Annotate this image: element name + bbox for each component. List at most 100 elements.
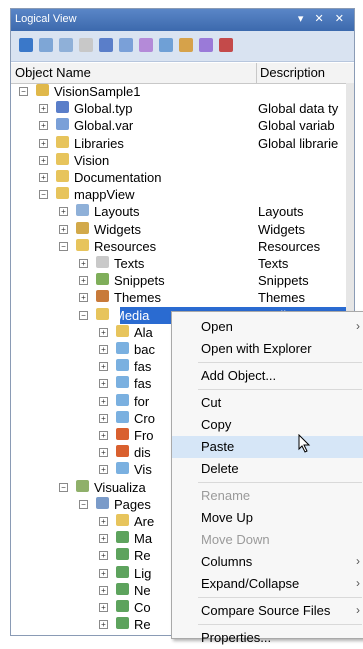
toolbar-button-5-icon[interactable] <box>119 38 133 52</box>
expand-toggle-icon[interactable]: + <box>59 207 68 217</box>
panel-titlebar: Logical View ▾ ✕ ✕ <box>11 9 354 31</box>
tree-node-icon <box>56 118 69 131</box>
tree-node-icon <box>116 428 129 440</box>
tree-node-label: mappView <box>74 187 135 203</box>
menu-item-properties[interactable]: Properties... <box>172 627 363 649</box>
menu-item-label: Add Object... <box>201 368 277 383</box>
tree-row[interactable]: − VisionSample1 <box>11 83 354 100</box>
tree-row[interactable]: + Themes Themes <box>11 289 354 306</box>
toolbar-button-0-icon[interactable] <box>19 38 33 52</box>
menu-item-rename: Rename <box>172 485 363 507</box>
expand-toggle-icon[interactable]: + <box>99 345 108 354</box>
toolbar-button-1-icon[interactable] <box>39 38 53 52</box>
expand-toggle-icon[interactable]: + <box>39 173 48 182</box>
expand-toggle-icon[interactable]: + <box>99 465 108 475</box>
expand-toggle-icon[interactable]: + <box>99 396 108 406</box>
tree-row[interactable]: + Widgets Widgets <box>11 221 354 238</box>
expand-toggle-icon[interactable]: + <box>99 431 108 440</box>
expand-toggle-icon[interactable]: + <box>39 155 48 165</box>
panel-window-controls[interactable]: ▾ ✕ ✕ <box>298 12 348 25</box>
expand-toggle-icon[interactable]: − <box>59 482 68 492</box>
toolbar-button-9-icon[interactable] <box>199 38 213 52</box>
expand-toggle-icon[interactable]: + <box>79 276 88 286</box>
expand-toggle-icon[interactable]: + <box>99 379 108 389</box>
expand-toggle-icon[interactable]: + <box>39 104 48 114</box>
expand-toggle-icon[interactable]: + <box>99 620 108 630</box>
expand-toggle-icon[interactable]: + <box>39 121 48 131</box>
tree-row[interactable]: + Texts Texts <box>11 255 354 272</box>
toolbar-button-7-icon[interactable] <box>159 38 173 52</box>
menu-item-delete[interactable]: Delete <box>172 458 363 480</box>
expand-toggle-icon[interactable]: + <box>99 362 108 372</box>
menu-item-columns[interactable]: Columns › <box>172 551 363 573</box>
tree-node-label: for <box>134 393 150 409</box>
menu-separator <box>198 389 362 390</box>
expand-toggle-icon[interactable]: − <box>79 499 88 509</box>
expand-toggle-icon[interactable]: + <box>99 517 108 526</box>
tree-row[interactable]: + Global.typ Global data ty <box>11 100 354 117</box>
menu-item-expand-collapse[interactable]: Expand/Collapse › <box>172 573 363 595</box>
tree-node-label: Themes <box>114 290 161 306</box>
tree-row[interactable]: + Documentation <box>11 169 354 186</box>
submenu-arrow-icon: › <box>356 603 360 617</box>
tree-row[interactable]: + Vision <box>11 152 354 169</box>
menu-item-label: Move Down <box>201 532 270 547</box>
tree-row[interactable]: − Resources Resources <box>11 238 354 255</box>
toolbar-button-10-icon[interactable] <box>219 38 233 52</box>
tree-row[interactable]: + Global.var Global variab <box>11 117 354 134</box>
tree-node-icon <box>116 445 129 458</box>
column-description[interactable]: Description <box>260 65 325 80</box>
expand-toggle-icon[interactable]: + <box>99 327 108 337</box>
toolbar-button-4-icon[interactable] <box>99 38 113 52</box>
panel-toolbar <box>11 31 354 62</box>
expand-toggle-icon[interactable]: − <box>19 87 28 96</box>
tree-node-icon <box>56 101 69 114</box>
expand-toggle-icon[interactable]: − <box>79 310 88 320</box>
tree-node-icon <box>116 324 129 337</box>
tree-node-icon <box>116 582 129 595</box>
tree-node-label: Ma <box>134 531 153 547</box>
expand-toggle-icon[interactable]: + <box>99 585 108 595</box>
menu-item-label: Move Up <box>201 510 254 525</box>
expand-toggle-icon[interactable]: + <box>79 259 88 268</box>
toolbar-button-8-icon[interactable] <box>179 38 193 52</box>
tree-node-icon <box>96 256 109 268</box>
tree-node-icon <box>96 307 109 320</box>
toolbar-button-3-icon[interactable] <box>79 38 93 52</box>
tree-row[interactable]: + Snippets Snippets <box>11 272 354 289</box>
expand-toggle-icon[interactable]: + <box>99 551 108 561</box>
menu-item-paste[interactable]: Paste <box>172 436 363 458</box>
expand-toggle-icon[interactable]: − <box>59 241 68 251</box>
expand-toggle-icon[interactable]: + <box>39 138 48 148</box>
tree-node-description: Themes <box>258 290 305 306</box>
expand-toggle-icon[interactable]: + <box>79 293 88 303</box>
menu-item-copy[interactable]: Copy <box>172 414 363 436</box>
tree-node-label: Texts <box>114 256 145 271</box>
column-object-name[interactable]: Object Name <box>15 65 91 80</box>
menu-item-move-up[interactable]: Move Up <box>172 507 363 529</box>
menu-item-add-object[interactable]: Add Object... <box>172 365 363 387</box>
mouse-cursor-icon <box>298 434 311 453</box>
tree-row[interactable]: − mappView <box>11 186 354 203</box>
tree-row[interactable]: + Layouts Layouts <box>11 203 354 220</box>
toolbar-button-6-icon[interactable] <box>139 38 153 52</box>
menu-item-compare-source-files[interactable]: Compare Source Files › <box>172 600 363 622</box>
tree-node-label: Pages <box>114 496 151 512</box>
expand-toggle-icon[interactable]: + <box>99 413 108 423</box>
expand-toggle-icon[interactable]: + <box>99 603 108 612</box>
tree-node-icon <box>96 290 109 303</box>
menu-item-open[interactable]: Open › <box>172 316 363 338</box>
expand-toggle-icon[interactable]: + <box>99 448 108 458</box>
tree-node-label: bac <box>134 342 155 357</box>
tree-node-icon <box>76 479 89 492</box>
expand-toggle-icon[interactable]: + <box>99 568 108 578</box>
column-divider[interactable] <box>256 63 257 83</box>
menu-item-open-with-explorer[interactable]: Open with Explorer <box>172 338 363 360</box>
expand-toggle-icon[interactable]: − <box>39 190 48 200</box>
expand-toggle-icon[interactable]: + <box>99 534 108 544</box>
tree-row[interactable]: + Libraries Global librarie <box>11 135 354 152</box>
toolbar-button-2-icon[interactable] <box>59 38 73 52</box>
menu-item-cut[interactable]: Cut <box>172 392 363 414</box>
tree-node-label: fas <box>134 359 152 375</box>
expand-toggle-icon[interactable]: + <box>59 224 68 234</box>
